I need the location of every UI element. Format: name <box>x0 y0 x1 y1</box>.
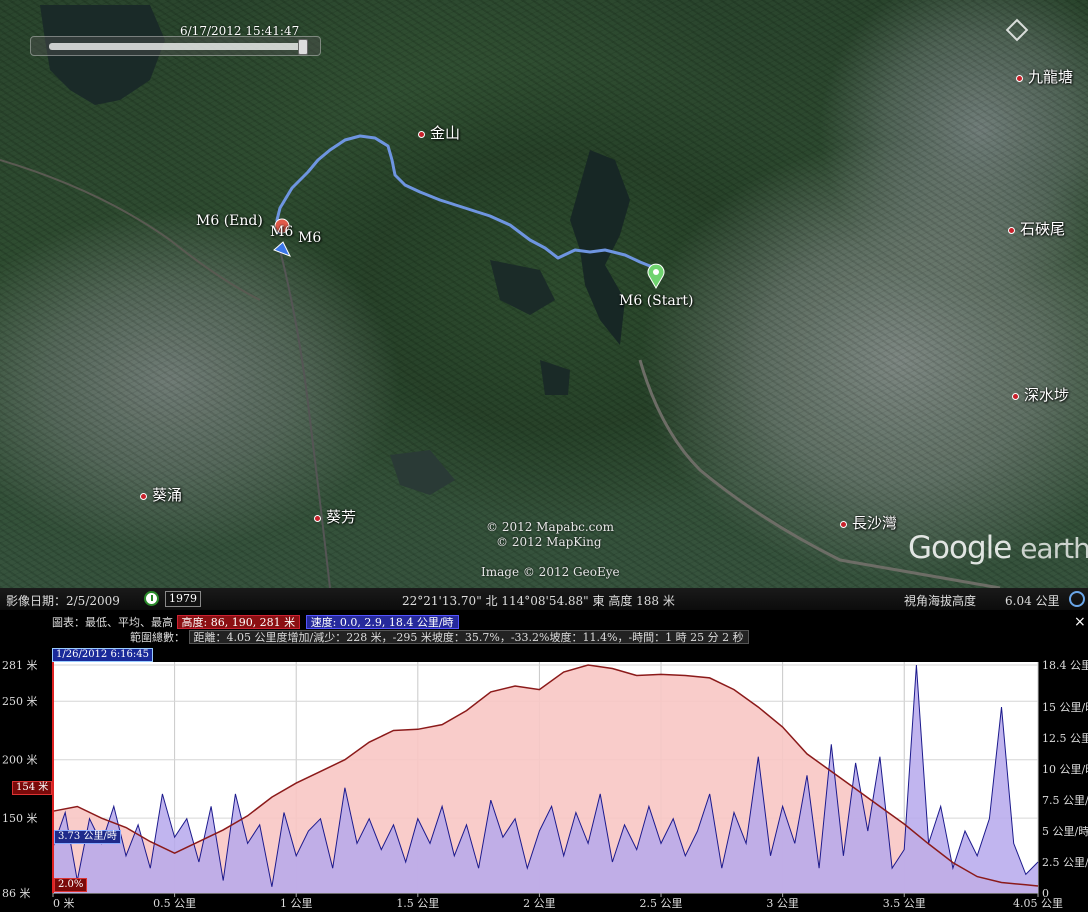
start-pin-icon <box>647 263 665 289</box>
y-left-tick-label: 86 米 <box>2 887 31 900</box>
y-right-tick-label: 2.5 公里/時 <box>1042 856 1088 869</box>
place-dot-icon <box>140 492 147 500</box>
y-right-tick-label: 10 公里/時 <box>1042 763 1088 776</box>
map-view[interactable]: M6 (End) M6 M6 M6 (Start) 金山 九龍塘 石硤尾 深水埗… <box>0 0 1088 588</box>
cursor-speed-box: 3.73 公里/時 <box>54 830 121 844</box>
reservoir <box>570 150 630 345</box>
x-tick-label: 0.5 公里 <box>153 897 196 910</box>
y-left-tick-label: 200 米 <box>2 754 38 767</box>
cursor-grade-box: 2.0% <box>54 878 88 892</box>
x-tick-label: 2.5 公里 <box>640 897 683 910</box>
place-dot-icon <box>1008 226 1015 234</box>
attribution-geoeye: Image © 2012 GeoEye <box>481 565 620 579</box>
x-tick-label: 0 米 <box>53 897 75 910</box>
eye-altitude-label: 視角海拔高度 <box>904 594 977 608</box>
pointer-coordinates: 22°21'13.70" 北 114°08'54.88" 東 高度 188 米 <box>402 594 675 608</box>
place-label[interactable]: 葵涌 <box>140 484 182 505</box>
place-dot-icon <box>314 514 321 522</box>
time-slider-track[interactable] <box>49 43 301 50</box>
place-dot-icon <box>418 130 425 138</box>
place-dot-icon <box>1012 392 1019 400</box>
y-left-tick-label: 150 米 <box>2 812 38 825</box>
y-left-tick-label: 281 米 <box>2 659 38 672</box>
x-tick-label: 1 公里 <box>280 897 313 910</box>
reservoir <box>390 450 455 495</box>
track-cursor-label[interactable]: M6 <box>298 230 321 246</box>
historical-year-box[interactable]: 1979 <box>165 591 201 607</box>
track-pin-label[interactable]: M6 <box>270 224 293 240</box>
time-slider-thumb[interactable] <box>298 39 308 55</box>
eye-altitude-value: 6.04 公里 <box>1005 594 1060 608</box>
place-label[interactable]: 葵芳 <box>314 506 356 527</box>
streaming-status-icon <box>1069 591 1085 607</box>
attribution-mapking: © 2012 MapKing <box>496 535 602 549</box>
y-right-tick-label: 12.5 公里/時 <box>1042 732 1088 745</box>
track-end-label[interactable]: M6 (End) <box>196 213 263 229</box>
place-label[interactable]: 石硤尾 <box>1008 218 1065 239</box>
track-start-label[interactable]: M6 (Start) <box>619 293 694 309</box>
y-right-tick-label: 7.5 公里/時 <box>1042 794 1088 807</box>
y-right-tick-label: 18.4 公里/時 <box>1042 659 1088 672</box>
y-right-tick-label: 15 公里/時 <box>1042 701 1088 714</box>
place-label[interactable]: 金山 <box>418 122 460 143</box>
place-dot-icon <box>1016 74 1023 82</box>
place-label[interactable]: 深水埗 <box>1012 384 1069 405</box>
x-tick-label: 1.5 公里 <box>396 897 439 910</box>
place-dot-icon <box>840 520 847 528</box>
x-tick-label: 3 公里 <box>766 897 799 910</box>
y-right-tick-label: 0 <box>1042 887 1049 900</box>
time-slider[interactable] <box>30 36 321 56</box>
y-left-tick-label: 250 米 <box>2 695 38 708</box>
x-tick-label: 3.5 公里 <box>883 897 926 910</box>
attribution-mapabc: © 2012 Mapabc.com <box>486 520 614 534</box>
x-tick-label: 2 公里 <box>523 897 556 910</box>
place-label[interactable]: 九龍塘 <box>1016 66 1073 87</box>
reservoir <box>490 260 555 315</box>
historical-imagery-clock-icon[interactable] <box>144 591 159 606</box>
reservoir <box>540 360 570 395</box>
status-bar: 影像日期：2/5/2009 1979 22°21'13.70" 北 114°08… <box>0 588 1088 610</box>
y-right-tick-label: 5 公里/時 <box>1042 825 1088 838</box>
cursor-elevation-box: 154 米 <box>12 781 53 795</box>
x-tick-label: 4.05 公里 <box>1013 897 1063 910</box>
road <box>279 249 331 588</box>
track-cursor-icon <box>273 241 292 257</box>
google-earth-logo: Google earth <box>908 530 1088 566</box>
road <box>0 159 261 301</box>
elevation-profile-panel: × 圖表：最低、平均、最高 高度: 86, 190, 281 米 速度: 0.0… <box>0 610 1088 912</box>
elevation-chart[interactable]: 0 米 0.5 公里 1 公里 1.5 公里 2 公里 2.5 公里 3 公里 3.5 公里 4… <box>0 610 1088 912</box>
place-label[interactable]: 長沙灣 <box>840 512 897 533</box>
imagery-date: 影像日期：2/5/2009 <box>6 594 120 608</box>
